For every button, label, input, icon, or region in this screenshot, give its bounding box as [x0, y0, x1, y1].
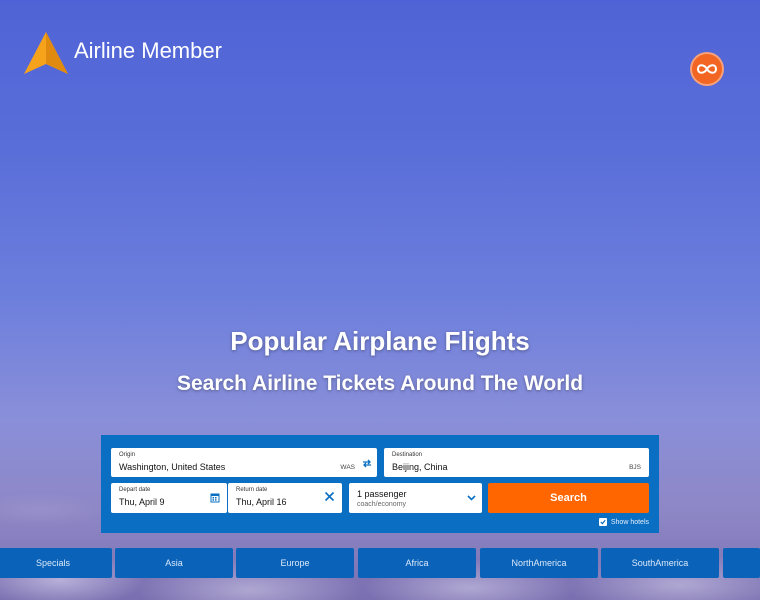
depart-date-label: Depart date: [119, 487, 151, 493]
return-date-value: Thu, April 16: [236, 497, 287, 507]
destination-field[interactable]: Destination Beijing, China BJS: [384, 448, 649, 477]
cabin-class: coach/economy: [357, 501, 407, 508]
return-date-field[interactable]: Return date Thu, April 16: [228, 483, 342, 513]
flight-search-panel: Origin Washington, United States WAS Des…: [101, 435, 659, 533]
hero-title: Popular Airplane Flights: [230, 326, 530, 356]
passenger-count: 1 passenger: [357, 489, 407, 499]
tab-africa[interactable]: Africa: [358, 548, 476, 578]
passenger-select[interactable]: 1 passenger coach/economy: [349, 483, 482, 513]
tab-specials[interactable]: Specials: [0, 548, 112, 578]
destination-label: Destination: [392, 452, 423, 458]
checkmark-icon: [600, 519, 606, 525]
show-hotels-checkbox[interactable]: [598, 518, 607, 526]
tab-northamerica[interactable]: NorthAmerica: [480, 548, 598, 578]
depart-date-field[interactable]: Depart date Thu, April 9: [111, 483, 227, 513]
swap-icon[interactable]: [362, 459, 372, 468]
tab-asia[interactable]: Asia: [115, 548, 233, 578]
close-icon[interactable]: [324, 491, 335, 502]
show-hotels-toggle[interactable]: Show hotels: [598, 518, 649, 526]
depart-date-value: Thu, April 9: [119, 497, 165, 507]
hero-subtitle: Search Airline Tickets Around The World: [176, 372, 584, 395]
plane-logo-icon: [24, 32, 68, 74]
origin-code: WAS: [340, 464, 355, 471]
brand-logo[interactable]: Airline Member: [22, 30, 222, 78]
infinity-button[interactable]: [690, 52, 724, 86]
calendar-icon[interactable]: [210, 492, 220, 503]
tab-europe[interactable]: Europe: [236, 548, 354, 578]
return-date-label: Return date: [236, 487, 268, 493]
search-button[interactable]: Search: [488, 483, 649, 513]
origin-label: Origin: [119, 452, 136, 458]
origin-field[interactable]: Origin Washington, United States WAS: [111, 448, 377, 477]
infinity-icon: [696, 64, 718, 74]
brand-name: Airline Member: [74, 38, 222, 63]
tab-southamerica[interactable]: SouthAmerica: [601, 548, 719, 578]
origin-value: Washington, United States: [119, 462, 226, 472]
tab-more[interactable]: [723, 548, 760, 578]
chevron-down-icon: [467, 495, 476, 501]
show-hotels-label: Show hotels: [610, 518, 649, 526]
destination-code: BJS: [629, 464, 641, 471]
region-tabs: Specials Asia Europe Africa NorthAmerica…: [0, 548, 760, 578]
destination-value: Beijing, China: [392, 462, 448, 472]
